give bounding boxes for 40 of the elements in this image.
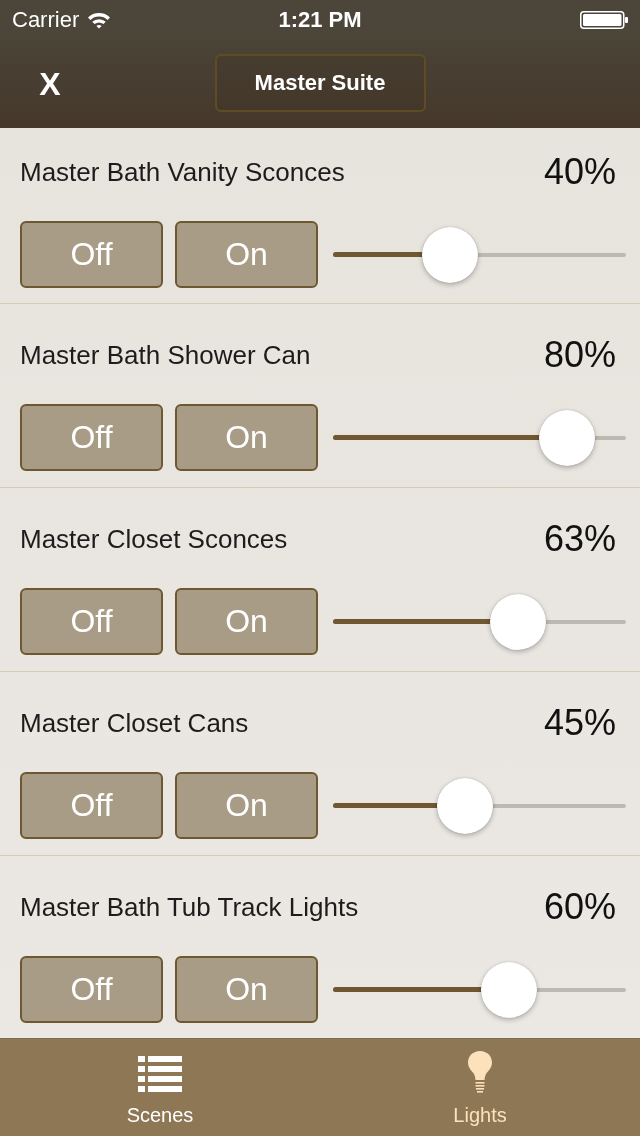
- brightness-reading: 80%: [543, 334, 616, 376]
- light-name: Master Bath Shower Can: [20, 339, 311, 371]
- brightness-slider[interactable]: [333, 961, 626, 1018]
- off-button[interactable]: Off: [20, 404, 163, 471]
- carrier-name: Carrier: [12, 7, 80, 33]
- light-name: Master Bath Tub Track Lights: [20, 891, 359, 923]
- brightness-reading: 60%: [543, 886, 616, 928]
- on-button[interactable]: On: [175, 588, 318, 655]
- off-button[interactable]: Off: [20, 956, 163, 1023]
- battery-icon: [580, 11, 628, 29]
- off-button[interactable]: Off: [20, 221, 163, 288]
- slider-thumb[interactable]: [422, 226, 479, 283]
- on-button[interactable]: On: [175, 772, 318, 839]
- status-time: 1:21 PM: [278, 7, 362, 33]
- wifi-icon: [87, 11, 112, 29]
- slider-thumb[interactable]: [480, 961, 537, 1018]
- on-button[interactable]: On: [175, 404, 318, 471]
- lightbulb-icon: [468, 1051, 492, 1093]
- brightness-reading: 40%: [543, 151, 616, 193]
- brightness-slider[interactable]: [333, 226, 626, 283]
- tab[interactable]: Scenes: [0, 1039, 320, 1136]
- on-button[interactable]: On: [175, 956, 318, 1023]
- light-name: Master Bath Vanity Sconces: [20, 156, 345, 188]
- off-button[interactable]: Off: [20, 588, 163, 655]
- brightness-reading: 63%: [543, 518, 616, 560]
- light-name: Master Closet Cans: [20, 707, 249, 739]
- light-name: Master Closet Sconces: [20, 523, 288, 555]
- brightness-slider[interactable]: [333, 409, 626, 466]
- tab[interactable]: Lights: [320, 1039, 640, 1136]
- room-title-button[interactable]: Master Suite: [214, 54, 426, 112]
- off-button[interactable]: Off: [20, 772, 163, 839]
- brightness-reading: 45%: [543, 702, 616, 744]
- slider-thumb[interactable]: [489, 593, 546, 650]
- close-button[interactable]: X: [20, 56, 80, 112]
- list-icon: [138, 1056, 182, 1092]
- brightness-slider[interactable]: [333, 777, 626, 834]
- slider-thumb[interactable]: [539, 409, 596, 466]
- slider-thumb[interactable]: [436, 777, 493, 834]
- brightness-slider[interactable]: [333, 593, 626, 650]
- on-button[interactable]: On: [175, 221, 318, 288]
